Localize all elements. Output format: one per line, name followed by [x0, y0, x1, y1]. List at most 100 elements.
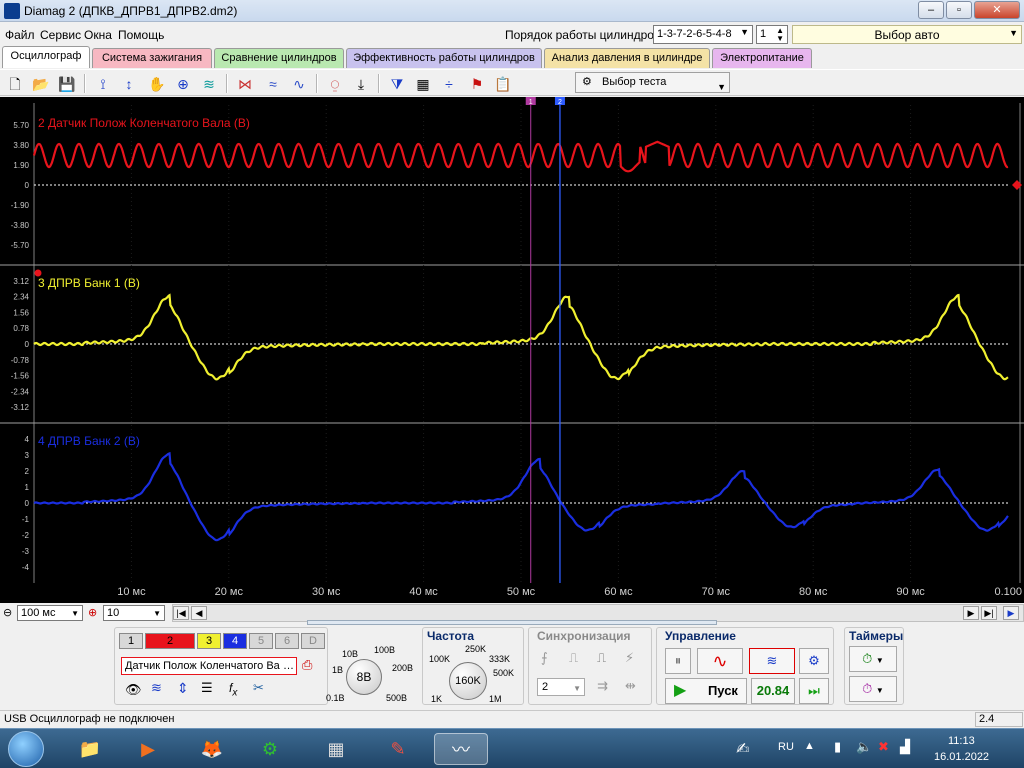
folder-icon[interactable]: 📁 [66, 733, 114, 765]
x-tick-label: 0.100 [994, 586, 1022, 598]
trigger-zero-icon[interactable]: ⤓ [350, 73, 372, 95]
zoom-in-icon[interactable]: ⊕ [88, 606, 97, 619]
tray-device-icon[interactable]: ▮ [834, 739, 841, 755]
sync-auto-icon[interactable]: ⚡ [625, 650, 634, 666]
keyboard-icon[interactable]: ✍ [736, 739, 749, 759]
x-tick-label: 20 мс [215, 586, 244, 598]
voltage-knob[interactable]: 8В [346, 659, 382, 695]
lines-icon[interactable]: ☰ [201, 680, 213, 696]
scroll-first-icon[interactable]: |◀ [173, 606, 189, 620]
channel-2-button[interactable]: 2 [145, 633, 195, 649]
noise-icon[interactable]: ≋ [151, 680, 162, 696]
minimize-button[interactable]: – [918, 1, 944, 19]
zoom-out-icon[interactable]: ⊖ [3, 606, 12, 619]
eye-icon[interactable]: 👁 [125, 682, 142, 698]
overlay-icon[interactable]: ∿ [288, 73, 310, 95]
menu-windows[interactable]: Окна [84, 28, 112, 42]
count-select[interactable]: 10 ▼ [103, 605, 165, 621]
channel-1-button[interactable]: 1 [119, 633, 143, 649]
flag-icon[interactable]: ⚑ [466, 73, 488, 95]
maximize-button[interactable]: ▫ [946, 1, 972, 19]
calculator-icon[interactable]: ▦ [312, 733, 360, 765]
scroll-left-icon[interactable]: ◀ [191, 606, 207, 620]
tray-arrow-icon[interactable]: ▲ [804, 740, 815, 752]
test-select[interactable]: ⚙ Выбор теста ▼ [575, 72, 730, 93]
auto-icon[interactable]: ⍜ [324, 73, 346, 95]
start-icon[interactable] [8, 731, 44, 767]
frequency-title: Частота [427, 629, 475, 643]
grid-icon[interactable]: ▦ [412, 73, 434, 95]
sync-arrows-icon[interactable]: ⇹ [625, 678, 636, 694]
y-tick-label: 3.12 [13, 277, 29, 286]
open-folder-icon[interactable]: 📂 [30, 73, 52, 95]
frequency-knob[interactable]: 160K [449, 662, 487, 700]
timebase-select[interactable]: 100 мс ▼ [17, 605, 83, 621]
formula-icon[interactable]: fx [229, 681, 237, 698]
car-select[interactable]: Выбор авто ▼ [792, 25, 1022, 44]
tab-cylinder-compare[interactable]: Сравнение цилиндров [214, 48, 344, 68]
clock-time[interactable]: 11:13 [948, 735, 975, 747]
signal-icon[interactable]: ▟ [900, 739, 910, 755]
clock-date[interactable]: 16.01.2022 [934, 751, 989, 763]
invert-icon[interactable]: ⋈ [234, 73, 256, 95]
sensor-config-icon[interactable]: ⎙ [302, 657, 312, 673]
tool-icon[interactable]: ⚙ [246, 733, 294, 765]
play-forward-icon[interactable]: ▶ [1003, 606, 1019, 620]
panel-splitter[interactable] [307, 620, 717, 625]
diamag-task-icon[interactable]: 〰 [434, 733, 488, 765]
tab-cylinder-efficiency[interactable]: Эффективность работы цилиндров [346, 48, 542, 68]
layers-icon[interactable]: ≋ [198, 73, 220, 95]
cylinder-order-select[interactable]: 1-3-7-2-6-5-4-8 ▼ [653, 25, 753, 44]
channel-5-button[interactable]: 5 [249, 633, 273, 649]
menu-help[interactable]: Помощь [118, 28, 164, 42]
falling-edge-icon[interactable]: ⎍ [597, 650, 606, 666]
pause-icon[interactable]: ⏸ [665, 648, 691, 674]
tab-pressure-analysis[interactable]: Анализ давления в цилиндре [544, 48, 710, 68]
pen-icon[interactable]: ✎ [374, 733, 422, 765]
media-player-icon[interactable]: ▶ [124, 733, 172, 765]
rising-edge-icon[interactable]: ⨍ [541, 650, 548, 666]
volume-icon[interactable]: 🔈 [856, 739, 872, 755]
zoom-icon[interactable]: ⊕ [172, 73, 194, 95]
tab-ignition[interactable]: Система зажигания [92, 48, 212, 68]
hand-pan-icon[interactable]: ✋ [146, 73, 168, 95]
network-error-icon[interactable]: ✖ [878, 739, 889, 755]
y-tick-label: -2.34 [11, 387, 30, 396]
oscilloscope-display[interactable]: 2 Датчик Полож Коленчатого Вала (В) 5.70 3… [0, 97, 1024, 603]
close-button[interactable]: ✕ [974, 1, 1020, 19]
auto-start-icon[interactable]: ⏭ [799, 678, 829, 704]
tab-oscilloscope[interactable]: Осциллограф [2, 46, 90, 68]
tools-icon[interactable]: ✂ [253, 680, 264, 696]
split-icon[interactable]: ÷ [438, 73, 460, 95]
auto-settings-icon[interactable]: ⚙ [799, 648, 829, 674]
timer-1-button[interactable]: ⏱ ▼ [849, 646, 897, 672]
scroll-right-icon[interactable]: ▶ [963, 606, 979, 620]
vertical-scale-icon[interactable]: ⇕ [177, 680, 189, 697]
timer-2-button[interactable]: ⏱ ▼ [849, 676, 897, 702]
new-file-icon[interactable]: 🗋 [4, 73, 26, 95]
cursor-range-icon[interactable]: ⟟ [92, 73, 114, 95]
menu-service[interactable]: Сервис [40, 28, 81, 42]
channel-4-button[interactable]: 4 [223, 633, 247, 649]
sensor-select[interactable]: Датчик Полож Коленчатого Ва … [121, 657, 297, 675]
cylinder-number-spinner[interactable]: 1 ▲ ▼ [756, 25, 788, 44]
language-indicator[interactable]: RU [778, 741, 794, 753]
sync-level-icon[interactable]: ⇉ [597, 678, 608, 694]
sync-channel-select[interactable]: 2 ▼ [537, 678, 585, 696]
noise-wave-button[interactable]: ≋ [749, 648, 795, 674]
sine-wave-button[interactable]: ∿ [697, 648, 743, 674]
measure-icon[interactable]: ↕ [118, 73, 140, 95]
tab-power[interactable]: Электропитание [712, 48, 812, 68]
channel-6-button[interactable]: 6 [275, 633, 299, 649]
notes-icon[interactable]: 📋 [492, 73, 514, 95]
filter-icon[interactable]: ⧩ [386, 73, 408, 95]
save-icon[interactable]: 💾 [56, 73, 78, 95]
start-button[interactable]: ▶ Пуск [665, 678, 747, 704]
scroll-last-icon[interactable]: ▶| [981, 606, 997, 620]
wave-filter-icon[interactable]: ≈ [262, 73, 284, 95]
pulse-edge-icon[interactable]: ⎍ [569, 650, 578, 666]
firefox-icon[interactable]: 🦊 [188, 733, 236, 765]
channel-3-button[interactable]: 3 [197, 633, 221, 649]
channel-d-button[interactable]: D [301, 633, 325, 649]
menu-file[interactable]: Файл [5, 28, 35, 42]
